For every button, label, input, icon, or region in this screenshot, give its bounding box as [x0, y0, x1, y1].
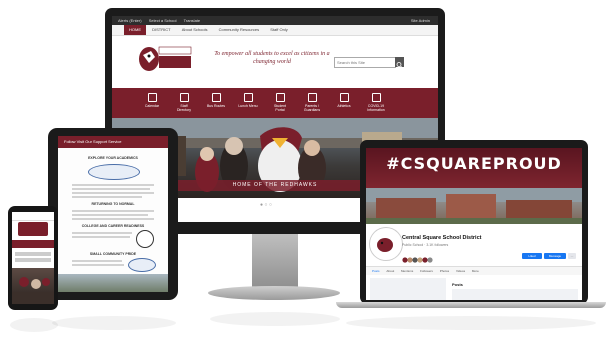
main-nav: HOME DISTRICT About Schools Community Re… [112, 25, 438, 36]
phone-website-screen [12, 212, 54, 304]
posts-heading: Posts [452, 282, 463, 287]
district-slogan: To empower all students to excel as citi… [214, 51, 330, 65]
family-icon [307, 93, 317, 102]
calendar-icon [147, 93, 157, 102]
tablet-newsletter-screen: Follow Visit Our Support Service EXPLORE… [58, 136, 168, 292]
message-button[interactable]: Message [544, 253, 566, 259]
more-options-button[interactable]: … [568, 253, 576, 259]
phone-menu-bar[interactable] [12, 240, 54, 248]
phone-hero-photo [12, 268, 54, 304]
people-icon [179, 93, 189, 102]
facebook-page-subtitle: Public School · 3.1K followers [402, 243, 449, 247]
nav-item-about-schools[interactable]: About Schools [177, 25, 213, 35]
phone-header [12, 212, 54, 221]
tab-videos[interactable]: Videos [456, 269, 465, 273]
post-card [452, 289, 578, 300]
laptop-reflection [346, 316, 596, 330]
search-icon[interactable] [395, 57, 404, 69]
follower-avatars [402, 250, 436, 263]
quick-link-bus-routes[interactable]: Bus Routes [206, 93, 226, 108]
liked-button[interactable]: Liked [522, 253, 542, 259]
tablet-banner: Follow Visit Our Support Service [58, 136, 168, 148]
quick-link-covid[interactable]: COVID-19 Information [366, 93, 386, 112]
tab-photos[interactable]: Photos [440, 269, 449, 273]
lunch-icon [243, 93, 253, 102]
quick-link-lunch-menu[interactable]: Lunch Menu [238, 93, 258, 108]
monitor-reflection [210, 312, 340, 326]
info-icon [371, 93, 381, 102]
monitor-stand-base [208, 286, 340, 300]
quick-link-staff-directory[interactable]: Staff Directory [174, 93, 194, 112]
utility-link-alerts[interactable]: Alerts (Enter) [118, 18, 142, 23]
site-search-input[interactable]: Search this Site [334, 57, 396, 68]
seal-image [136, 230, 154, 248]
quick-link-calendar[interactable]: Calendar [142, 93, 162, 108]
bus-icon [211, 93, 221, 102]
tablet-reflection [52, 316, 176, 330]
tablet-heading-community: SMALL COMMUNITY PRIDE [89, 252, 137, 256]
tab-about[interactable]: About [386, 269, 394, 273]
tab-mentions[interactable]: Mentions [401, 269, 413, 273]
tab-posts[interactable]: Posts [372, 269, 380, 273]
tab-more[interactable]: More [472, 269, 479, 273]
nav-item-home[interactable]: HOME [124, 25, 146, 35]
facebook-cover-photo: #CSQUAREPROUD [366, 148, 582, 224]
nav-item-district[interactable]: DISTRICT [147, 25, 175, 35]
academics-badge-image [88, 164, 140, 180]
utility-bar: Alerts (Enter) Select a School Translate… [112, 16, 438, 25]
quick-link-parents[interactable]: Parents / Guardians [302, 93, 322, 112]
portal-icon [275, 93, 285, 102]
utility-link-select-school[interactable]: Select a School [149, 18, 177, 23]
site-header: To empower all students to excel as citi… [112, 36, 438, 88]
page-profile-picture[interactable] [370, 228, 402, 260]
tablet-footer-photo [58, 274, 168, 292]
nav-item-community-resources[interactable]: Community Resources [214, 25, 264, 35]
phone-reflection [10, 318, 58, 332]
utility-link-site-admin[interactable]: Site Admin [411, 16, 430, 25]
tablet-heading-academics: EXPLORE YOUR ACADEMICS [88, 156, 138, 160]
tablet-heading-college: COLLEGE AND CAREER READINESS [81, 224, 145, 228]
facebook-page-name: Central Square School District [402, 235, 482, 241]
facebook-tabs: Posts About Mentions Followers Photos Vi… [366, 266, 582, 275]
phone-logo[interactable] [18, 222, 48, 236]
monitor-stand-neck [252, 234, 298, 290]
utility-link-translate[interactable]: Translate [184, 18, 201, 23]
tab-followers[interactable]: Followers [420, 269, 433, 273]
intro-panel [370, 278, 446, 300]
laptop-facebook-screen: #CSQUAREPROUD Central Square School Dist… [366, 148, 582, 300]
school-building-photo [366, 188, 582, 224]
laptop-base [336, 302, 606, 308]
redhawks-logo[interactable] [137, 39, 193, 77]
trophy-icon [339, 93, 349, 102]
carousel-dots[interactable]: ● ○ ○ [260, 202, 272, 208]
nav-item-staff-only[interactable]: Staff Only [265, 25, 293, 35]
tablet-heading-returning: RETURNING TO NORMAL [91, 202, 135, 206]
quick-links-bar: Calendar Staff Directory Bus Routes Lunc… [112, 88, 438, 118]
cover-hashtag: #CSQUAREPROUD [386, 154, 562, 173]
community-badge-image [128, 258, 156, 272]
quick-link-student-portal[interactable]: Student Portal [270, 93, 290, 112]
quick-link-athletics[interactable]: Athletics [334, 93, 354, 108]
